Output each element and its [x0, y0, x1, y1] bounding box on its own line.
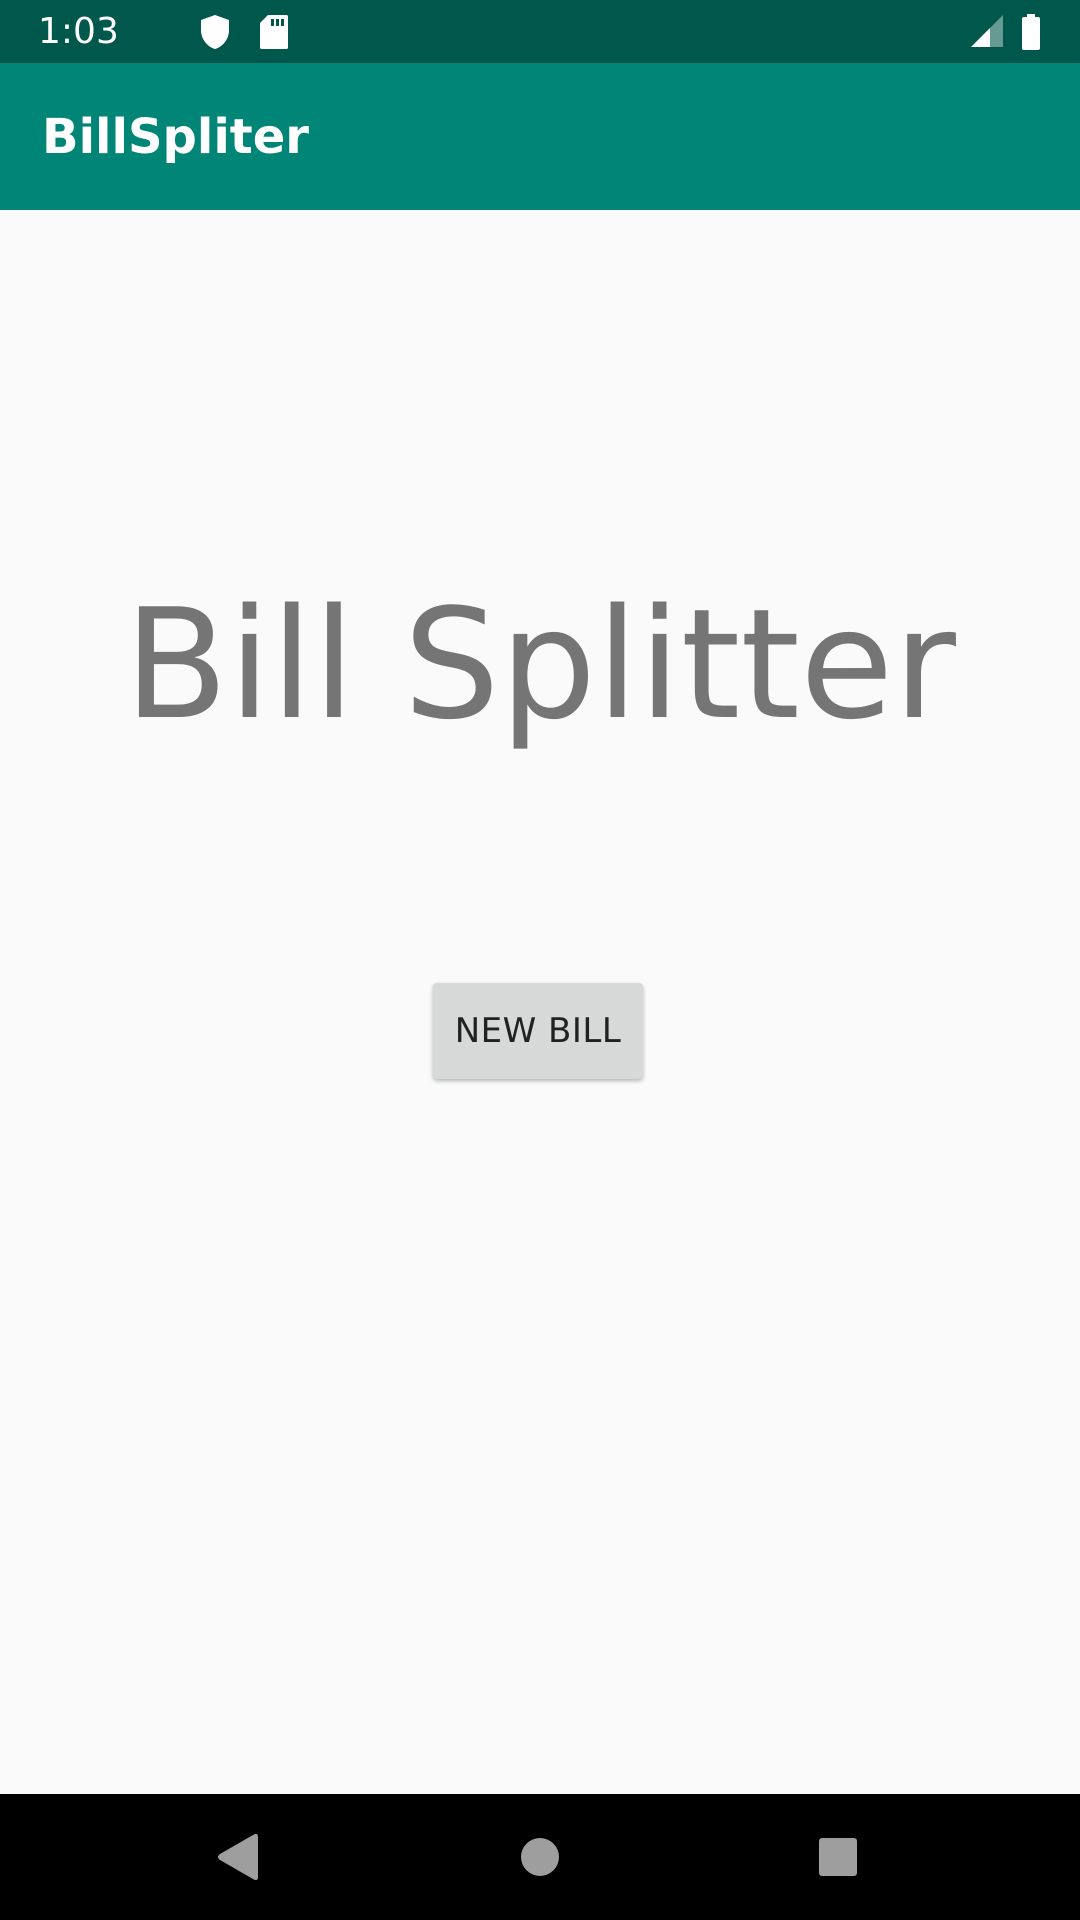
- recents-icon[interactable]: [748, 1794, 928, 1920]
- navigation-bar: [0, 1794, 1080, 1920]
- main-content: Bill Splitter NEW BILL: [0, 210, 1080, 1794]
- new-bill-button[interactable]: NEW BILL: [433, 983, 643, 1079]
- back-icon[interactable]: [148, 1794, 328, 1920]
- signal-icon: [971, 15, 1003, 47]
- home-icon[interactable]: [450, 1794, 630, 1920]
- status-time: 1:03: [38, 11, 119, 52]
- app-bar: BillSpliter: [0, 63, 1080, 210]
- sd-card-icon: [260, 15, 288, 49]
- status-bar: 1:03: [0, 0, 1080, 63]
- screen: 1:03 BillSpliter Bill Splitter NEW BILL: [0, 0, 1080, 1920]
- app-title: BillSpliter: [42, 109, 309, 165]
- battery-icon: [1022, 14, 1040, 50]
- shield-icon: [201, 15, 229, 49]
- page-title: Bill Splitter: [124, 576, 956, 753]
